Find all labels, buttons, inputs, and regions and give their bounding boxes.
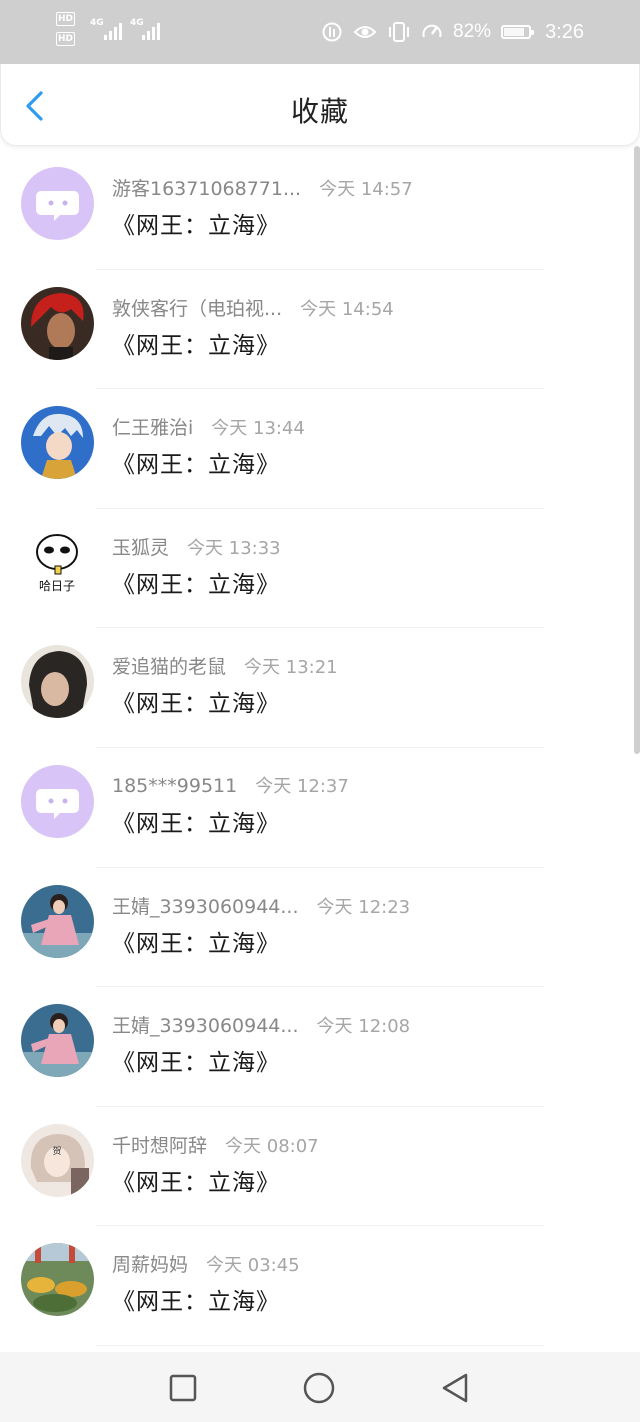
network-label-1: 4G — [90, 18, 104, 28]
timestamp: 今天 14:57 — [319, 179, 413, 200]
timestamp: 今天 14:54 — [300, 298, 394, 320]
list-item[interactable]: 爱追猫的老鼠 今天 13:21 《网王：立海》 — [0, 628, 640, 748]
item-meta: 王婧_3393060944... 今天 12:08 — [112, 1011, 410, 1038]
svg-text:哈日子: 哈日子 — [39, 579, 75, 593]
data-saver-icon — [322, 22, 342, 42]
avatar[interactable] — [21, 1004, 94, 1078]
item-meta: 185***99511 今天 12:37 — [112, 772, 349, 798]
item-title[interactable]: 《网王：立海》 — [112, 326, 280, 360]
item-meta: 千时想阿辞 今天 08:07 — [112, 1131, 319, 1158]
avatar[interactable] — [21, 167, 94, 240]
divider — [96, 1344, 544, 1346]
list-item[interactable]: 王婧_3393060944... 今天 12:08 《网王：立海》 — [0, 987, 640, 1107]
avatar[interactable] — [21, 1243, 94, 1317]
item-title[interactable]: 《网王：立海》 — [112, 1163, 280, 1197]
timestamp: 今天 13:33 — [187, 537, 281, 559]
timestamp: 今天 03:45 — [206, 1255, 300, 1277]
timestamp: 今天 13:21 — [244, 657, 338, 679]
list-item[interactable]: 贺 千时想阿辞 今天 08:07 《网王：立海》 — [0, 1107, 640, 1227]
list-item[interactable]: 游客16371068771... 今天 14:57 《网王：立海》 — [0, 150, 640, 270]
signal-icon — [104, 22, 122, 40]
home-button[interactable] — [302, 1371, 336, 1405]
item-title[interactable]: 《网王：立海》 — [112, 684, 280, 718]
recent-apps-button[interactable] — [166, 1371, 200, 1405]
navigation-bar — [0, 1352, 640, 1422]
user-name[interactable]: 玉狐灵 — [112, 537, 169, 559]
hd-indicator-bottom: HD — [56, 32, 76, 46]
item-title[interactable]: 《网王：立海》 — [112, 924, 280, 958]
triangle-back-icon — [442, 1373, 468, 1403]
timestamp: 今天 13:44 — [211, 418, 305, 440]
nav-back-button[interactable] — [438, 1371, 472, 1405]
battery-icon — [501, 25, 535, 39]
page-title: 收藏 — [290, 95, 349, 128]
page-header: 收藏 — [0, 64, 640, 146]
favorites-list: 游客16371068771... 今天 14:57 《网王：立海》 敦侠客行（电珀… — [0, 150, 640, 1346]
item-title[interactable]: 《网王：立海》 — [112, 206, 280, 240]
battery-fill — [504, 28, 524, 36]
timestamp: 今天 12:37 — [255, 775, 349, 797]
user-name[interactable]: 王婧_3393060944... — [112, 1015, 299, 1037]
list-item[interactable]: 185***99511 今天 12:37 《网王：立海》 — [0, 748, 640, 868]
scrollbar[interactable] — [634, 146, 640, 754]
hd-indicator-top: HD — [56, 12, 76, 26]
avatar[interactable] — [21, 645, 94, 719]
circle-icon — [303, 1372, 335, 1404]
item-meta: 敦侠客行（电珀视... 今天 14:54 — [112, 294, 394, 321]
status-right: 82% 3:26 — [321, 16, 584, 48]
user-name[interactable]: 敦侠客行（电珀视... — [112, 298, 282, 320]
user-name[interactable]: 游客16371068771... — [112, 178, 301, 200]
timestamp: 今天 08:07 — [225, 1135, 319, 1157]
status-bar: HD HD 4G 4G 82% 3:26 — [0, 0, 640, 64]
item-title[interactable]: 《网王：立海》 — [112, 445, 280, 479]
avatar[interactable] — [21, 286, 94, 360]
item-title[interactable]: 《网王：立海》 — [112, 565, 280, 599]
timestamp: 今天 12:23 — [316, 896, 411, 918]
avatar[interactable]: 贺 — [21, 1123, 94, 1197]
item-meta: 爱追猫的老鼠 今天 13:21 — [112, 652, 338, 679]
speedometer-icon — [422, 24, 442, 38]
list-item[interactable]: 哈日子 玉狐灵 今天 13:33 《网王：立海》 — [0, 509, 640, 629]
avatar[interactable]: 哈日子 — [21, 525, 94, 599]
item-title[interactable]: 《网王：立海》 — [112, 1282, 280, 1316]
list-item[interactable]: 王婧_3393060944... 今天 12:23 《网王：立海》 — [0, 868, 640, 988]
square-icon — [169, 1374, 197, 1402]
item-title[interactable]: 《网王：立海》 — [112, 804, 280, 838]
avatar[interactable] — [21, 764, 94, 838]
item-meta: 王婧_3393060944... 今天 12:23 — [112, 892, 410, 919]
svg-text:贺: 贺 — [52, 1145, 61, 1157]
timestamp: 今天 12:08 — [316, 1016, 411, 1038]
user-name[interactable]: 仁王雅治i — [112, 417, 193, 439]
item-meta: 玉狐灵 今天 13:33 — [112, 533, 281, 560]
list-item[interactable]: 周薪妈妈 今天 03:45 《网王：立海》 — [0, 1226, 640, 1346]
item-meta: 周薪妈妈 今天 03:45 — [112, 1250, 300, 1277]
signal-icon-2 — [142, 22, 160, 40]
user-name[interactable]: 周薪妈妈 — [112, 1254, 188, 1276]
user-name[interactable]: 王婧_3393060944... — [112, 896, 299, 918]
item-title[interactable]: 《网王：立海》 — [112, 1043, 280, 1077]
eye-comfort-icon — [353, 26, 377, 38]
item-meta: 游客16371068771... 今天 14:57 — [112, 174, 413, 201]
user-name[interactable]: 爱追猫的老鼠 — [112, 656, 226, 678]
user-name[interactable]: 千时想阿辞 — [112, 1135, 207, 1157]
battery-percent: 82% — [453, 21, 492, 42]
list-item[interactable]: 仁王雅治i 今天 13:44 《网王：立海》 — [0, 389, 640, 509]
avatar[interactable] — [21, 406, 94, 480]
vibrate-icon — [389, 22, 410, 42]
list-item[interactable]: 敦侠客行（电珀视... 今天 14:54 《网王：立海》 — [0, 270, 640, 390]
clock: 3:26 — [545, 20, 584, 43]
avatar[interactable] — [21, 884, 94, 958]
user-name[interactable]: 185***99511 — [112, 775, 237, 797]
item-meta: 仁王雅治i 今天 13:44 — [112, 413, 305, 440]
